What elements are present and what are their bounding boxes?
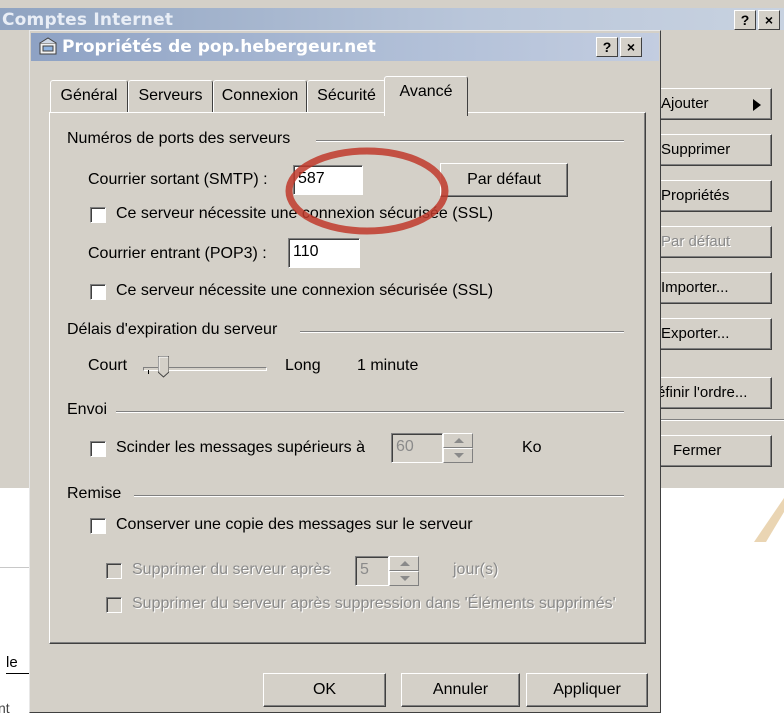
- split-size-spinner[interactable]: [443, 433, 473, 463]
- add-account-button[interactable]: Ajouter: [654, 88, 772, 120]
- smtp-ssl-label: Ce serveur nécessite une connexion sécur…: [116, 205, 494, 222]
- background-link-fragment[interactable]: le: [6, 654, 18, 671]
- submenu-arrow-icon: [753, 99, 761, 111]
- delete-after-label: Supprimer du serveur après: [132, 561, 331, 578]
- timeout-group-line: [300, 331, 624, 333]
- ports-group-line: [316, 140, 624, 142]
- decorative-arrow-icon: [754, 498, 784, 542]
- spinner-up-icon[interactable]: [443, 433, 473, 448]
- delete-on-removal-checkbox[interactable]: [106, 597, 122, 613]
- account-properties-button[interactable]: Propriétés: [654, 180, 772, 212]
- dialog-close-button[interactable]: ×: [620, 37, 642, 57]
- tab-security[interactable]: Sécurité: [307, 80, 386, 112]
- split-messages-checkbox[interactable]: [90, 441, 106, 457]
- background-text-fragment: nt: [0, 700, 10, 716]
- send-group-line: [116, 411, 624, 413]
- days-unit-label: jour(s): [453, 561, 499, 578]
- ok-button[interactable]: OK: [263, 673, 386, 707]
- import-account-button[interactable]: Importer...: [654, 272, 772, 304]
- export-account-button[interactable]: Exporter...: [654, 318, 772, 350]
- tab-connection[interactable]: Connexion: [213, 80, 307, 112]
- pop3-port-input[interactable]: 110: [288, 238, 360, 268]
- apply-button[interactable]: Appliquer: [526, 673, 648, 707]
- dialog-help-button[interactable]: ?: [596, 37, 618, 57]
- split-size-input[interactable]: 60: [391, 433, 443, 463]
- mail-server-icon: [39, 37, 57, 55]
- smtp-ssl-checkbox[interactable]: [90, 207, 106, 223]
- smtp-port-label: Courrier sortant (SMTP) :: [88, 171, 268, 188]
- delivery-group-line: [134, 495, 624, 497]
- delivery-group-label: Remise: [67, 485, 128, 503]
- close-accounts-button[interactable]: Fermer: [654, 435, 772, 467]
- delete-after-days-spinner[interactable]: [389, 556, 419, 586]
- dialog-title: Propriétés de pop.hebergeur.net: [62, 37, 376, 57]
- timeout-slider-tick: [148, 370, 149, 374]
- delete-on-removal-label: Supprimer du serveur après suppression d…: [132, 595, 616, 612]
- keep-copy-label: Conserver une copie des messages sur le …: [116, 516, 473, 533]
- timeout-long-label: Long: [285, 357, 321, 374]
- background-separator: [654, 419, 784, 421]
- tab-general[interactable]: Général: [50, 80, 128, 112]
- background-help-button[interactable]: ?: [734, 10, 756, 30]
- set-order-button[interactable]: éfinir l'ordre...: [654, 377, 772, 409]
- add-account-label: Ajouter: [661, 95, 709, 112]
- keep-copy-checkbox[interactable]: [90, 518, 106, 534]
- split-size-unit: Ko: [522, 439, 542, 456]
- cancel-button[interactable]: Annuler: [401, 673, 520, 707]
- timeout-group-label: Délais d'expiration du serveur: [67, 321, 284, 339]
- tab-advanced[interactable]: Avancé: [384, 76, 468, 116]
- default-ports-button[interactable]: Par défaut: [440, 163, 568, 197]
- remove-account-button[interactable]: Supprimer: [654, 134, 772, 166]
- delete-after-checkbox[interactable]: [106, 563, 122, 579]
- background-close-button[interactable]: ×: [758, 10, 780, 30]
- tab-servers[interactable]: Serveurs: [128, 80, 213, 112]
- spinner-down-icon[interactable]: [443, 448, 473, 463]
- delete-after-days-input[interactable]: 5: [355, 556, 389, 586]
- pop3-ssl-checkbox[interactable]: [90, 284, 106, 300]
- ports-group-label: Numéros de ports des serveurs: [67, 130, 297, 148]
- timeout-slider-thumb[interactable]: [158, 356, 169, 378]
- set-default-account-button[interactable]: Par défaut: [654, 226, 772, 258]
- send-group-label: Envoi: [67, 401, 114, 419]
- timeout-short-label: Court: [88, 357, 128, 374]
- timeout-value: 1 minute: [357, 357, 419, 374]
- split-messages-label: Scinder les messages supérieurs à: [116, 439, 366, 456]
- background-window-title: Comptes Internet: [2, 10, 174, 30]
- smtp-port-input[interactable]: 587: [293, 165, 363, 195]
- spinner-down-icon[interactable]: [389, 571, 419, 586]
- pop3-port-label: Courrier entrant (POP3) :: [88, 245, 267, 262]
- pop3-ssl-label: Ce serveur nécessite une connexion sécur…: [116, 282, 494, 299]
- spinner-up-icon[interactable]: [389, 556, 419, 571]
